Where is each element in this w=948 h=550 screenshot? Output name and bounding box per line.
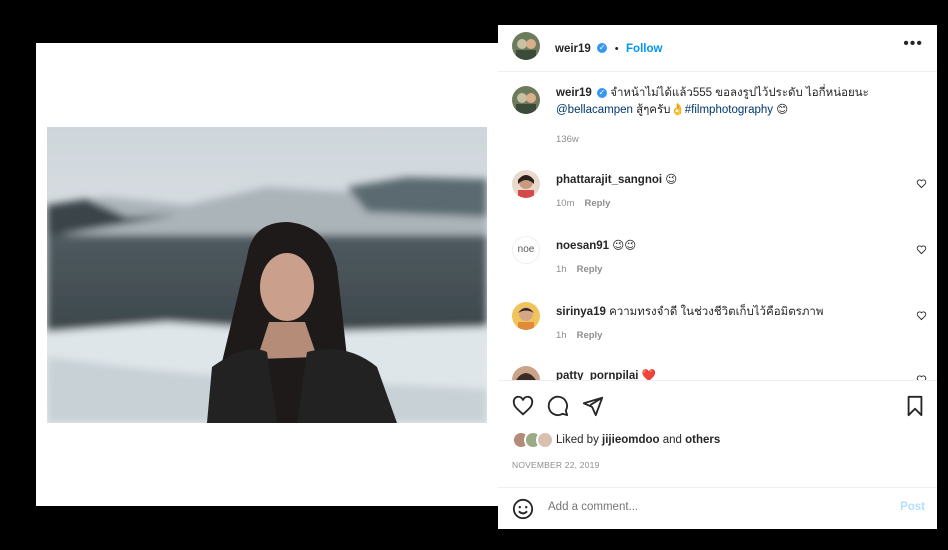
post-panel: weir19 ✓ • Follow ••• weir19 ✓ จำหน้าไม่… [498,25,937,529]
more-options-icon[interactable]: ••• [903,35,923,53]
share-icon[interactable] [582,395,604,417]
post-photo[interactable] [47,127,487,423]
reply-button[interactable]: Reply [577,264,603,275]
photo-card [36,43,498,506]
caption-avatar[interactable] [512,86,540,114]
comment-username[interactable]: noesan91 [556,240,609,252]
like-comment-icon[interactable] [916,178,927,189]
caption-body-2: สู้ๆครับ👌 [632,104,685,116]
commenter-avatar[interactable] [512,366,540,380]
reply-button[interactable]: Reply [584,198,610,209]
comment-text: 😉😉 [609,240,637,252]
comment-time[interactable]: 1h [556,330,567,341]
liked-by-avatars[interactable] [512,430,556,450]
reply-button[interactable]: Reply [577,330,603,341]
author-avatar[interactable] [512,32,540,60]
post-comment-button[interactable]: Post [900,501,925,513]
comment-text: ความทรงจำดี ในช่วงชีวิตเก็บไว้คือมิตรภาพ [605,306,824,318]
add-comment-bar: Post [498,487,937,530]
verified-icon: ✓ [597,87,608,98]
comment-username[interactable]: patty_pornpilai [556,370,638,380]
comment-icon[interactable] [547,395,569,417]
comment-item: noe noesan91 😉😉 1h Reply [498,228,937,294]
commenter-avatar[interactable]: noe [512,236,540,264]
comment-item: patty_pornpilai ❤️ [498,360,937,380]
comment-text: ❤️ [638,370,656,380]
caption-emoji: 😊 [776,104,789,116]
caption-text: weir19 ✓ จำหน้าไม่ได้แล้ว555 ขอลงรูปไว้ป… [556,85,869,119]
commenter-avatar[interactable] [512,302,540,330]
like-icon[interactable] [512,395,534,417]
comment-text: 😉 [662,174,678,186]
caption-mention[interactable]: @bellacampen [556,104,633,116]
author-username[interactable]: weir19 [555,43,591,55]
liked-by-others[interactable]: others [685,434,720,446]
comment-time[interactable]: 10m [556,198,574,209]
comment-time[interactable]: 1h [556,264,567,275]
post-date[interactable]: NOVEMBER 22, 2019 [512,460,600,470]
caption-body: จำหน้าไม่ได้แล้ว555 ขอลงรูปไว้ประดับ ไอก… [610,87,869,99]
save-icon[interactable] [905,395,925,417]
comment-username[interactable]: phattarajit_sangnoi [556,174,662,186]
comment-item: sirinya19 ความทรงจำดี ในช่วงชีวิตเก็บไว้… [498,294,937,360]
follow-button[interactable]: Follow [626,43,662,55]
liked-by-text: Liked by jijieomdoo and others [556,434,721,446]
like-comment-icon[interactable] [916,244,927,255]
separator-dot: • [614,43,619,55]
comment-username[interactable]: sirinya19 [556,306,606,318]
comments-list[interactable]: weir19 ✓ จำหน้าไม่ได้แล้ว555 ขอลงรูปไว้ป… [498,72,937,380]
caption-time[interactable]: 136w [556,134,579,145]
post-header: weir19 ✓ • Follow ••• [498,25,937,72]
post-actions: Liked by jijieomdoo and others NOVEMBER … [498,380,937,488]
comment-item: phattarajit_sangnoi 😉 10m Reply [498,162,937,228]
commenter-avatar[interactable] [512,170,540,198]
caption-hashtag[interactable]: #filmphotography [685,104,773,116]
like-comment-icon[interactable] [916,310,927,321]
emoji-icon[interactable] [512,498,534,520]
liked-by-user[interactable]: jijieomdoo [602,434,660,446]
comment-input[interactable] [546,500,870,514]
verified-icon: ✓ [597,42,608,53]
caption-username[interactable]: weir19 [556,87,592,99]
